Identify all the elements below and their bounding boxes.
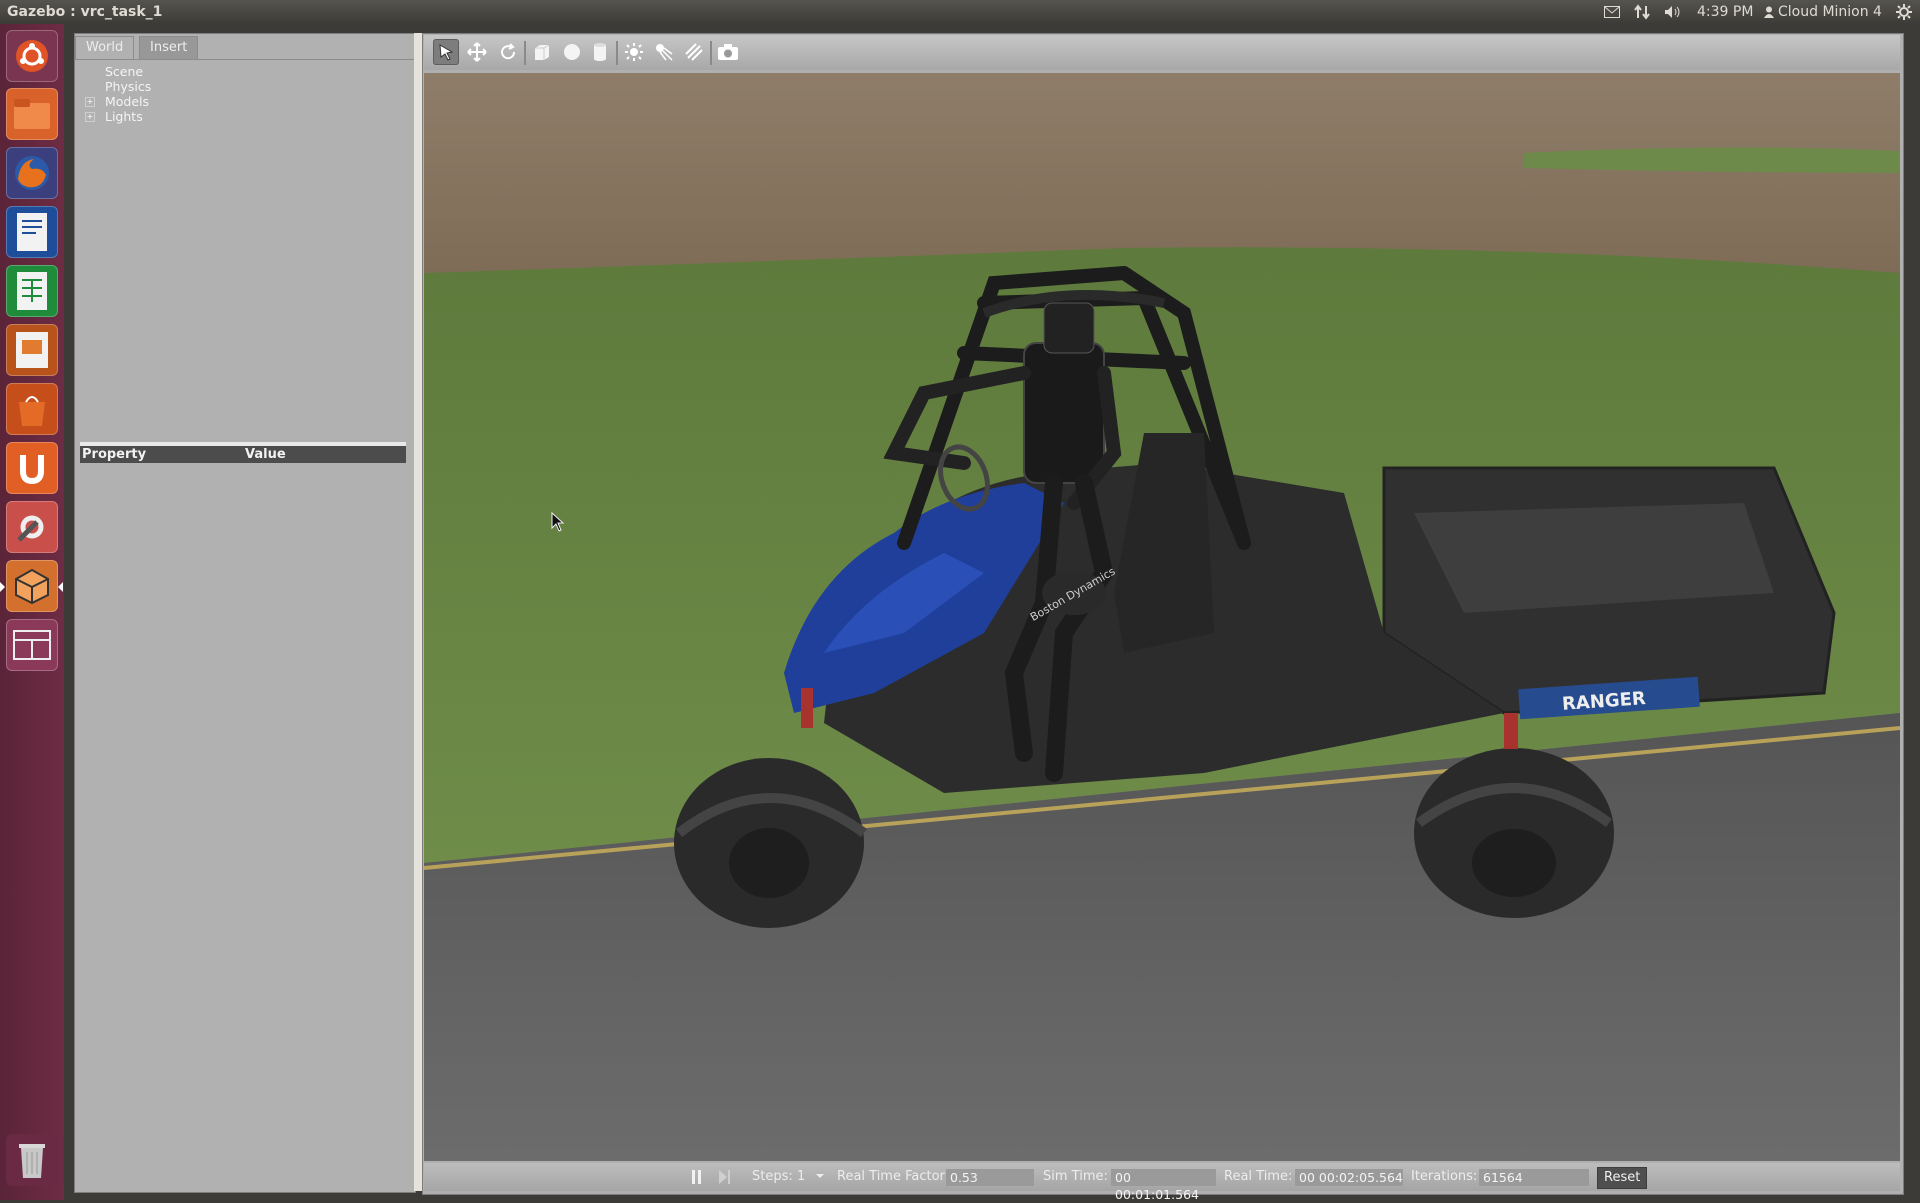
clock[interactable]: 4:39 PM bbox=[1697, 0, 1753, 24]
pause-icon[interactable] bbox=[690, 1163, 704, 1191]
tab-divider bbox=[75, 59, 415, 60]
rotate-icon[interactable] bbox=[495, 39, 521, 65]
step-icon[interactable] bbox=[718, 1163, 732, 1191]
distant-grass bbox=[1524, 147, 1900, 173]
firefox-icon[interactable] bbox=[6, 147, 58, 199]
point-light-icon[interactable] bbox=[621, 39, 647, 65]
toolbar-separator bbox=[524, 41, 526, 65]
property-table-header: Property Value bbox=[80, 442, 406, 463]
sim-time-label: Sim Time: bbox=[1043, 1169, 1108, 1184]
volume-icon[interactable] bbox=[1662, 0, 1684, 24]
select-arrow-icon[interactable] bbox=[433, 39, 459, 65]
chevron-down-icon bbox=[816, 1174, 825, 1178]
tree-item-label: Scene bbox=[105, 64, 144, 79]
panel-splitter[interactable] bbox=[414, 33, 422, 1191]
tree-item-label: Lights bbox=[105, 109, 143, 124]
property-column-header[interactable]: Property bbox=[82, 446, 146, 463]
steps-spinbox[interactable]: 1 bbox=[797, 1163, 825, 1191]
ubuntu-one-icon[interactable] bbox=[6, 442, 58, 494]
mail-icon[interactable] bbox=[1602, 0, 1622, 24]
directional-light-icon[interactable] bbox=[681, 39, 707, 65]
expand-icon[interactable]: + bbox=[85, 97, 95, 107]
box-icon[interactable] bbox=[529, 39, 555, 65]
sphere-icon[interactable] bbox=[559, 39, 585, 65]
tree-item-label: Models bbox=[105, 94, 150, 109]
active-app-indicator bbox=[0, 582, 5, 592]
user-icon bbox=[1764, 6, 1774, 18]
dash-home-icon[interactable] bbox=[6, 30, 58, 82]
sim-time-field: 00 00:01:01.564 bbox=[1111, 1169, 1216, 1202]
front-spring bbox=[801, 688, 813, 728]
rear-spring bbox=[1504, 713, 1518, 749]
status-bar: Steps: 1 Real Time Factor: 0.53 Sim Time… bbox=[424, 1163, 1900, 1202]
tab-insert[interactable]: Insert bbox=[139, 36, 199, 60]
session-icon[interactable] bbox=[1894, 0, 1914, 24]
impress-icon[interactable] bbox=[6, 324, 58, 376]
focused-app-indicator bbox=[58, 582, 63, 592]
user-name: Cloud Minion 4 bbox=[1778, 4, 1882, 20]
window-title: Gazebo : vrc_task_1 bbox=[7, 4, 163, 20]
steps-label: Steps: bbox=[752, 1169, 793, 1184]
3d-viewport[interactable]: RANGER Boston Dynamics bbox=[424, 73, 1900, 1161]
software-center-icon[interactable] bbox=[6, 383, 58, 435]
world-panel: World Insert Scene Physics + Models + Li… bbox=[74, 33, 416, 1193]
real-time-label: Real Time: bbox=[1224, 1169, 1293, 1184]
writer-icon[interactable] bbox=[6, 206, 58, 258]
iterations-field: 61564 bbox=[1479, 1169, 1589, 1186]
tab-world[interactable]: World bbox=[75, 36, 135, 59]
gazebo-icon[interactable] bbox=[6, 560, 58, 612]
spot-light-icon[interactable] bbox=[651, 39, 677, 65]
toolbar-separator bbox=[616, 41, 618, 65]
steps-value: 1 bbox=[797, 1169, 806, 1184]
screenshot-icon[interactable] bbox=[715, 39, 741, 65]
calc-icon[interactable] bbox=[6, 265, 58, 317]
rtf-label: Real Time Factor: bbox=[837, 1169, 950, 1184]
real-time-field: 00 00:02:05.564 bbox=[1295, 1169, 1403, 1186]
toolbar bbox=[424, 35, 1900, 70]
files-icon[interactable] bbox=[6, 88, 58, 140]
top-panel: Gazebo : vrc_task_1 4:39 PM Cloud Minion… bbox=[0, 0, 1920, 24]
scene-render: RANGER Boston Dynamics bbox=[424, 73, 1900, 1161]
launcher bbox=[0, 24, 65, 1200]
cylinder-icon[interactable] bbox=[587, 39, 613, 65]
tree-item-label: Physics bbox=[105, 79, 152, 94]
workspace-switcher-icon[interactable] bbox=[6, 619, 58, 671]
reset-button[interactable]: Reset bbox=[1597, 1167, 1648, 1189]
user-menu[interactable]: Cloud Minion 4 bbox=[1764, 0, 1882, 24]
expand-icon[interactable]: + bbox=[85, 112, 95, 122]
value-column-header[interactable]: Value bbox=[245, 446, 286, 463]
translate-icon[interactable] bbox=[464, 39, 490, 65]
rear-wheel bbox=[1414, 748, 1614, 918]
iterations-label: Iterations: bbox=[1411, 1169, 1478, 1184]
toolbar-separator bbox=[710, 41, 712, 65]
rtf-field: 0.53 bbox=[946, 1169, 1034, 1186]
settings-icon[interactable] bbox=[6, 501, 58, 553]
network-icon[interactable] bbox=[1632, 0, 1652, 24]
front-wheel bbox=[674, 758, 867, 928]
trash-icon[interactable] bbox=[6, 1134, 58, 1186]
